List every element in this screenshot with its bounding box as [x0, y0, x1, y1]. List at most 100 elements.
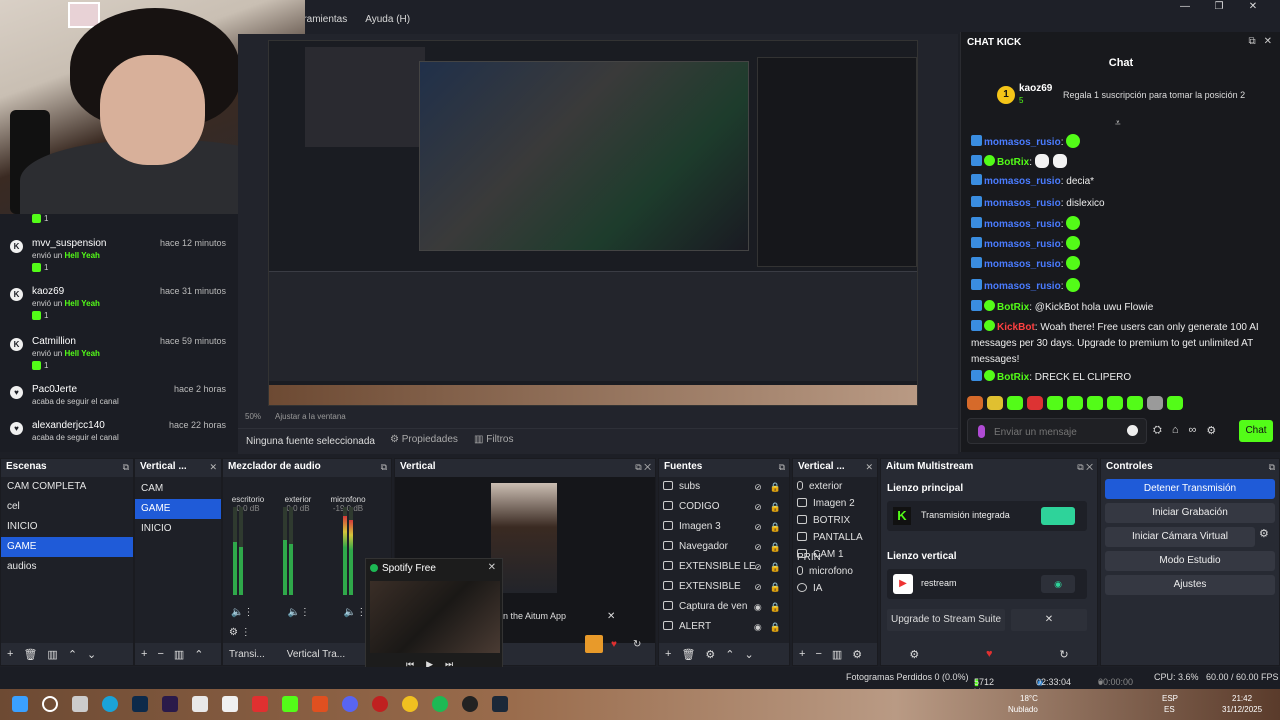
- chrome-icon[interactable]: [402, 696, 418, 712]
- chat-username[interactable]: momasos_rusio: [984, 219, 1061, 230]
- mixer-settings-icon[interactable]: ⚙ ⋮: [229, 627, 251, 638]
- chevron-down-icon[interactable]: ⩡: [1115, 118, 1121, 129]
- infinity-icon[interactable]: ∞: [1188, 424, 1196, 437]
- mic-icon[interactable]: [978, 425, 985, 438]
- chat-username[interactable]: KickBot: [997, 322, 1035, 333]
- emoji-icon[interactable]: [1127, 425, 1138, 436]
- source-item[interactable]: Captura de ven ◉ 🔒: [663, 597, 785, 617]
- float-icon[interactable]: ⧉: [123, 459, 129, 475]
- remove-icon[interactable]: −: [815, 648, 821, 660]
- eye-hidden-icon[interactable]: ⊘: [754, 477, 762, 497]
- emote-icon[interactable]: [987, 396, 1003, 410]
- refresh-icon[interactable]: ↻: [633, 639, 641, 650]
- heart-icon[interactable]: ♥: [986, 648, 993, 660]
- source-item[interactable]: EXTENSIBLE LE ⊘ 🔒: [663, 557, 785, 577]
- chevron-down-icon[interactable]: ⌄: [745, 648, 754, 661]
- edge-icon[interactable]: [102, 696, 118, 712]
- gear-icon[interactable]: ⚙: [909, 648, 919, 661]
- scene-item[interactable]: audios: [1, 557, 133, 577]
- app-icon[interactable]: [192, 696, 208, 712]
- emote-icon[interactable]: [1007, 396, 1023, 410]
- task-view-icon[interactable]: [72, 696, 88, 712]
- settings-button[interactable]: Ajustes: [1105, 575, 1275, 595]
- source-item[interactable]: subs ⊘ 🔒: [663, 477, 785, 497]
- vertical-scene-item[interactable]: INICIO: [135, 519, 221, 539]
- filter-icon[interactable]: ▥: [832, 648, 842, 661]
- properties-button[interactable]: ⚙ Propiedades: [390, 434, 458, 445]
- close-icon[interactable]: ✕: [1264, 36, 1272, 47]
- emote-icon[interactable]: [967, 396, 983, 410]
- upgrade-button[interactable]: Upgrade to Stream Suite: [887, 609, 1005, 631]
- close-icon[interactable]: ⧉ ✕: [1077, 459, 1093, 475]
- vertical-scene-item[interactable]: CAM: [135, 479, 221, 499]
- emote-icon[interactable]: [1047, 396, 1063, 410]
- float-icon[interactable]: ⧉: [381, 459, 387, 475]
- eye-hidden-icon[interactable]: ⊘: [754, 557, 762, 577]
- source-item[interactable]: Imagen 3 ⊘ 🔒: [663, 517, 785, 537]
- keyboard-layout[interactable]: ES: [1164, 705, 1175, 714]
- emote-icon[interactable]: [1027, 396, 1043, 410]
- lock-icon[interactable]: 🔒: [770, 517, 781, 537]
- gear-icon[interactable]: ⚙: [1259, 527, 1269, 540]
- scene-item[interactable]: CAM COMPLETA: [1, 477, 133, 497]
- app-icon[interactable]: [222, 696, 238, 712]
- feed-item[interactable]: ♥ alexanderjcc140 hace 22 horas acaba de…: [0, 418, 238, 448]
- close-icon[interactable]: ✕: [209, 459, 217, 475]
- start-recording-button[interactable]: Iniciar Grabación: [1105, 503, 1275, 523]
- chevron-up-icon[interactable]: ⌃: [194, 648, 203, 661]
- source-item[interactable]: CODIGO ⊘ 🔒: [663, 497, 785, 517]
- windows-start-icon[interactable]: [12, 696, 28, 712]
- eye-icon[interactable]: ◉: [754, 597, 762, 617]
- lock-icon[interactable]: 🔒: [770, 497, 781, 517]
- store-icon[interactable]: ⌂: [1172, 424, 1179, 437]
- spotify-icon[interactable]: [432, 696, 448, 712]
- source-item[interactable]: ALERT ◉ 🔒: [663, 617, 785, 637]
- filters-button[interactable]: ▥ Filtros: [474, 434, 513, 445]
- kick-app-icon[interactable]: [282, 696, 298, 712]
- search-icon[interactable]: [42, 696, 58, 712]
- discord-icon[interactable]: [342, 696, 358, 712]
- chat-username[interactable]: momasos_rusio: [984, 137, 1061, 148]
- menu-item-help[interactable]: Ayuda (H): [365, 14, 410, 25]
- speaker-icon[interactable]: 🔈⋮: [287, 607, 309, 618]
- feed-item[interactable]: ♥ Pac0Jerte hace 2 horas acaba de seguir…: [0, 382, 238, 412]
- language[interactable]: ESP: [1162, 694, 1178, 703]
- chevron-down-icon[interactable]: ⌄: [87, 648, 96, 661]
- steam-icon[interactable]: [492, 696, 508, 712]
- gear-icon[interactable]: ⚙: [705, 648, 715, 661]
- feed-item[interactable]: K kaoz69 hace 31 minutos envió un Hell Y…: [0, 284, 238, 328]
- chevron-up-icon[interactable]: ⌃: [68, 648, 77, 661]
- stream-toggle-active[interactable]: [1041, 507, 1075, 525]
- lock-icon[interactable]: 🔒: [770, 477, 781, 497]
- emote-icon[interactable]: [1067, 396, 1083, 410]
- maximize-icon[interactable]: ❐: [1202, 0, 1236, 14]
- gear-icon[interactable]: ⚙: [852, 648, 862, 661]
- emote-icon[interactable]: [1127, 396, 1143, 410]
- lock-icon[interactable]: 🔒: [770, 537, 781, 557]
- chevron-up-icon[interactable]: ⌃: [725, 648, 734, 661]
- clock-time[interactable]: 21:42: [1232, 694, 1252, 703]
- settings-icon[interactable]: ⚙: [1206, 424, 1216, 437]
- app-icon[interactable]: [372, 696, 388, 712]
- vertical-source-item[interactable]: IA: [797, 579, 873, 599]
- photoshop-icon[interactable]: [132, 696, 148, 712]
- eye-hidden-icon[interactable]: ⊘: [754, 517, 762, 537]
- scene-item-selected[interactable]: GAME: [1, 537, 133, 557]
- weather-temp[interactable]: 18°C: [1020, 694, 1038, 703]
- close-icon[interactable]: ✕: [607, 611, 615, 622]
- filter-icon[interactable]: ▥: [174, 648, 184, 661]
- add-icon[interactable]: +: [7, 648, 13, 660]
- minimize-icon[interactable]: —: [1168, 0, 1202, 14]
- tab-vertical-transitions[interactable]: Vertical Tra...: [287, 649, 345, 660]
- emote-icon[interactable]: [1147, 396, 1163, 410]
- obs-icon[interactable]: [462, 696, 478, 712]
- vertical-scene-item-selected[interactable]: GAME: [135, 499, 221, 519]
- chat-username[interactable]: momasos_rusio: [984, 259, 1061, 270]
- speaker-icon[interactable]: 🔈⋮: [344, 607, 366, 618]
- refresh-icon[interactable]: ↻: [1059, 648, 1068, 661]
- add-icon[interactable]: +: [141, 648, 147, 660]
- trash-icon[interactable]: 🗑: [681, 648, 695, 661]
- emote-icon[interactable]: [1107, 396, 1123, 410]
- menu-item-tools[interactable]: rramientas: [300, 14, 347, 25]
- float-icon[interactable]: ⧉: [1269, 459, 1275, 475]
